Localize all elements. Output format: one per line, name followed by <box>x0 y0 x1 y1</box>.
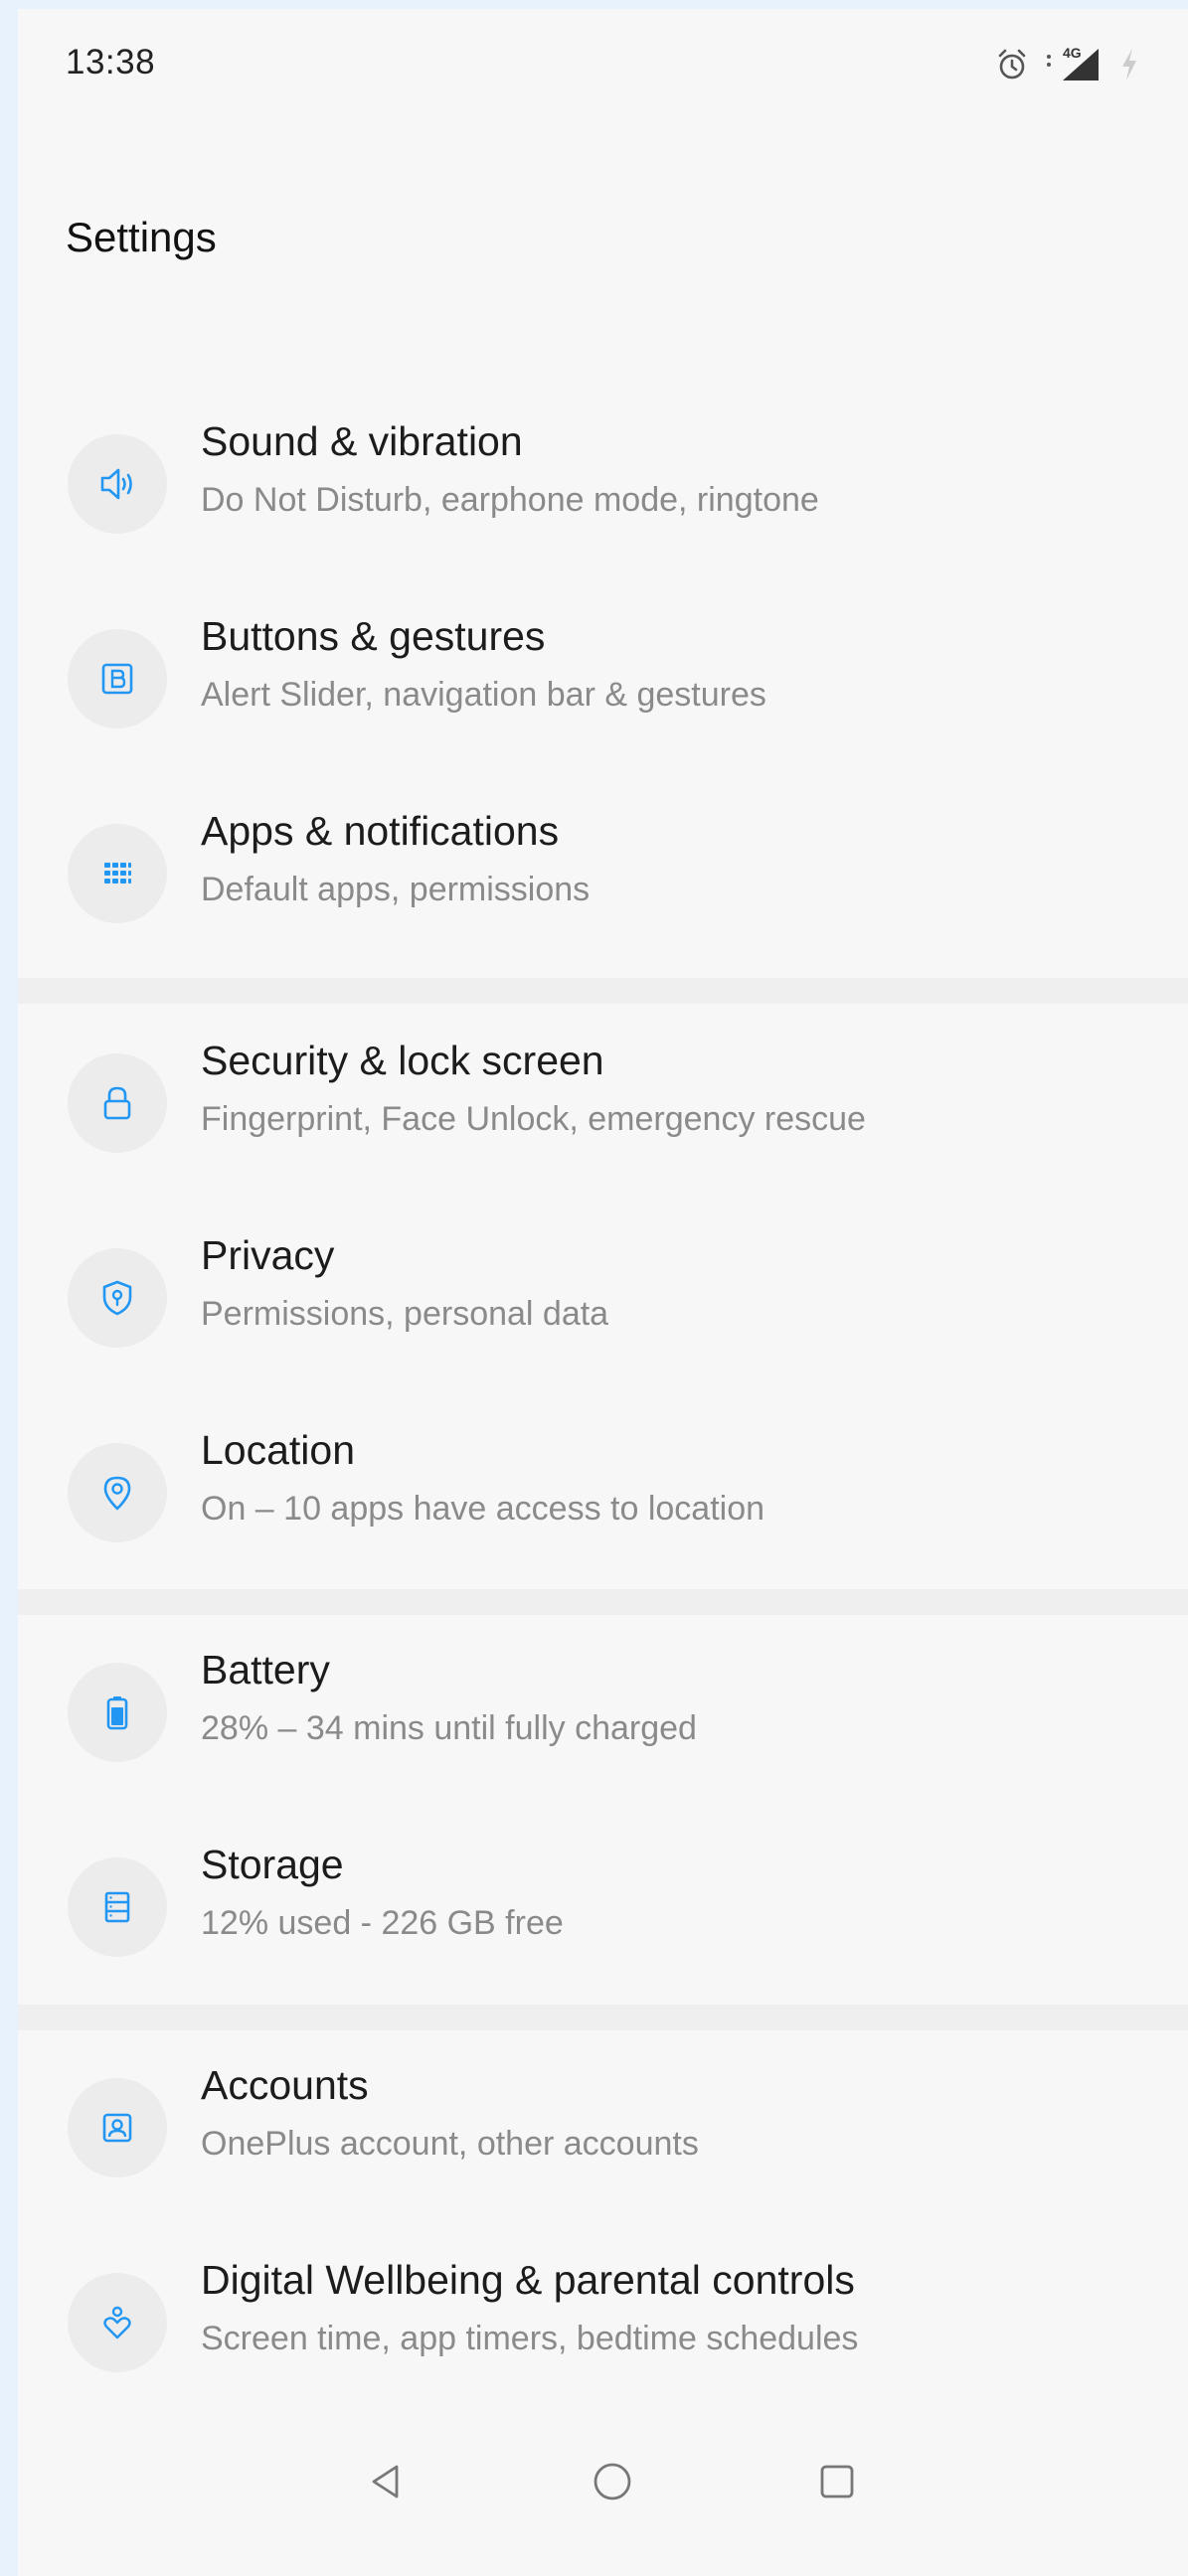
item-title: Privacy <box>201 1232 335 1278</box>
item-subtitle: Default apps, permissions <box>201 871 591 908</box>
settings-item-privacy[interactable]: Privacy Permissions, personal data <box>18 1201 1188 1395</box>
charging-icon <box>1118 47 1140 82</box>
alarm-icon <box>995 48 1029 81</box>
section-divider <box>18 978 1188 1004</box>
item-title: Sound & vibration <box>201 418 523 464</box>
button-b-icon <box>95 657 139 701</box>
section-divider <box>18 2005 1188 2030</box>
signal-icon: 4G <box>1043 45 1104 82</box>
settings-item-accounts[interactable]: Accounts OnePlus account, other accounts <box>18 2030 1188 2225</box>
speaker-icon <box>94 461 140 507</box>
settings-group-device: Sound & vibration Do Not Disturb, earpho… <box>18 387 1188 970</box>
item-title: Apps & notifications <box>201 808 560 854</box>
item-subtitle: Permissions, personal data <box>201 1295 609 1333</box>
item-title: Buttons & gestures <box>201 613 546 659</box>
item-icon-container <box>68 2273 167 2372</box>
settings-item-apps-notifications[interactable]: Apps & notifications Default apps, permi… <box>18 776 1188 971</box>
status-bar: 13:38 4G <box>18 9 1188 118</box>
apps-grid-icon <box>97 854 137 893</box>
item-icon-container <box>68 2078 167 2177</box>
settings-group-accounts: Accounts OnePlus account, other accounts… <box>18 2030 1188 2420</box>
settings-item-digital-wellbeing[interactable]: Digital Wellbeing & parental controls Sc… <box>18 2225 1188 2420</box>
recents-icon <box>815 2460 859 2508</box>
settings-group-privacy: Security & lock screen Fingerprint, Face… <box>18 1006 1188 1589</box>
item-subtitle: Do Not Disturb, earphone mode, ringtone <box>201 481 819 519</box>
item-icon-container <box>68 1857 167 1957</box>
item-icon-container <box>68 1053 167 1153</box>
item-subtitle: Screen time, app timers, bedtime schedul… <box>201 2320 859 2357</box>
item-title: Battery <box>201 1647 330 1692</box>
nav-home-button[interactable] <box>573 2444 652 2523</box>
item-subtitle: Alert Slider, navigation bar & gestures <box>201 676 766 714</box>
item-subtitle: 12% used - 226 GB free <box>201 1904 564 1942</box>
item-icon-container <box>68 1663 167 1762</box>
lock-icon <box>95 1081 139 1125</box>
storage-icon <box>95 1885 139 1929</box>
item-title: Security & lock screen <box>201 1038 604 1083</box>
item-icon-container <box>68 1443 167 1542</box>
nav-back-button[interactable] <box>346 2444 425 2523</box>
shield-icon <box>95 1276 139 1320</box>
item-icon-container <box>68 824 167 923</box>
item-title: Digital Wellbeing & parental controls <box>201 2257 855 2303</box>
item-subtitle: On – 10 apps have access to location <box>201 1490 765 1528</box>
nav-recents-button[interactable] <box>797 2444 877 2523</box>
item-icon-container <box>68 434 167 534</box>
item-title: Storage <box>201 1842 344 1887</box>
item-icon-container <box>68 1248 167 1348</box>
location-pin-icon <box>95 1471 139 1515</box>
item-subtitle: OnePlus account, other accounts <box>201 2125 699 2163</box>
status-icons: 4G <box>995 45 1140 82</box>
battery-icon <box>95 1690 139 1734</box>
settings-item-buttons-gestures[interactable]: Buttons & gestures Alert Slider, navigat… <box>18 581 1188 776</box>
navigation-bar <box>18 2394 1188 2573</box>
item-subtitle: Fingerprint, Face Unlock, emergency resc… <box>201 1100 866 1138</box>
settings-item-security-lock-screen[interactable]: Security & lock screen Fingerprint, Face… <box>18 1006 1188 1201</box>
network-type-label: 4G <box>1063 45 1082 61</box>
wellbeing-icon <box>95 2301 139 2344</box>
settings-screen: 13:38 4G Settings Sound & vibration Do N… <box>18 9 1188 2576</box>
page-title: Settings <box>66 214 217 260</box>
item-icon-container <box>68 629 167 728</box>
home-icon <box>591 2460 634 2508</box>
settings-item-location[interactable]: Location On – 10 apps have access to loc… <box>18 1395 1188 1590</box>
item-subtitle: 28% – 34 mins until fully charged <box>201 1709 697 1747</box>
settings-item-storage[interactable]: Storage 12% used - 226 GB free <box>18 1810 1188 2005</box>
item-title: Location <box>201 1427 356 1473</box>
section-divider <box>18 1589 1188 1615</box>
status-time: 13:38 <box>66 43 156 81</box>
settings-item-battery[interactable]: Battery 28% – 34 mins until fully charge… <box>18 1615 1188 1810</box>
account-icon <box>95 2106 139 2150</box>
settings-item-sound-vibration[interactable]: Sound & vibration Do Not Disturb, earpho… <box>18 387 1188 581</box>
settings-group-power-storage: Battery 28% – 34 mins until fully charge… <box>18 1615 1188 2005</box>
back-icon <box>364 2460 408 2508</box>
item-title: Accounts <box>201 2062 369 2108</box>
